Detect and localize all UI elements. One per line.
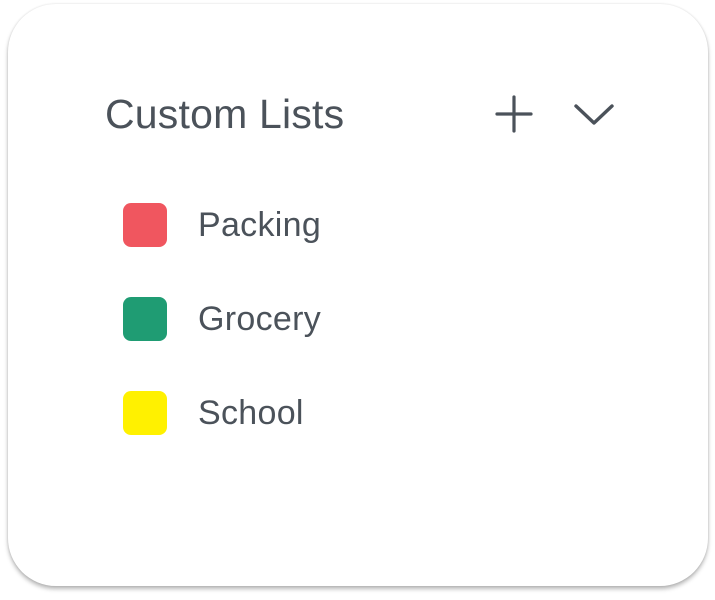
color-swatch	[123, 391, 167, 435]
custom-lists-panel: Custom Lists Packing Grocery School	[8, 4, 708, 586]
color-swatch	[123, 203, 167, 247]
list-item-label: Grocery	[198, 299, 322, 338]
collapse-button[interactable]	[573, 93, 615, 135]
list-item-packing[interactable]: Packing	[123, 194, 321, 256]
panel-header: Custom Lists	[105, 86, 625, 142]
list-item-grocery[interactable]: Grocery	[123, 288, 321, 350]
custom-lists: Packing Grocery School	[123, 194, 321, 476]
plus-icon	[495, 95, 533, 133]
color-swatch	[123, 297, 167, 341]
list-item-label: Packing	[198, 205, 322, 244]
header-actions	[493, 86, 615, 142]
panel-title: Custom Lists	[105, 90, 345, 137]
chevron-down-icon	[574, 104, 614, 125]
list-item-label: School	[198, 393, 304, 432]
list-item-school[interactable]: School	[123, 382, 321, 444]
add-list-button[interactable]	[493, 93, 535, 135]
